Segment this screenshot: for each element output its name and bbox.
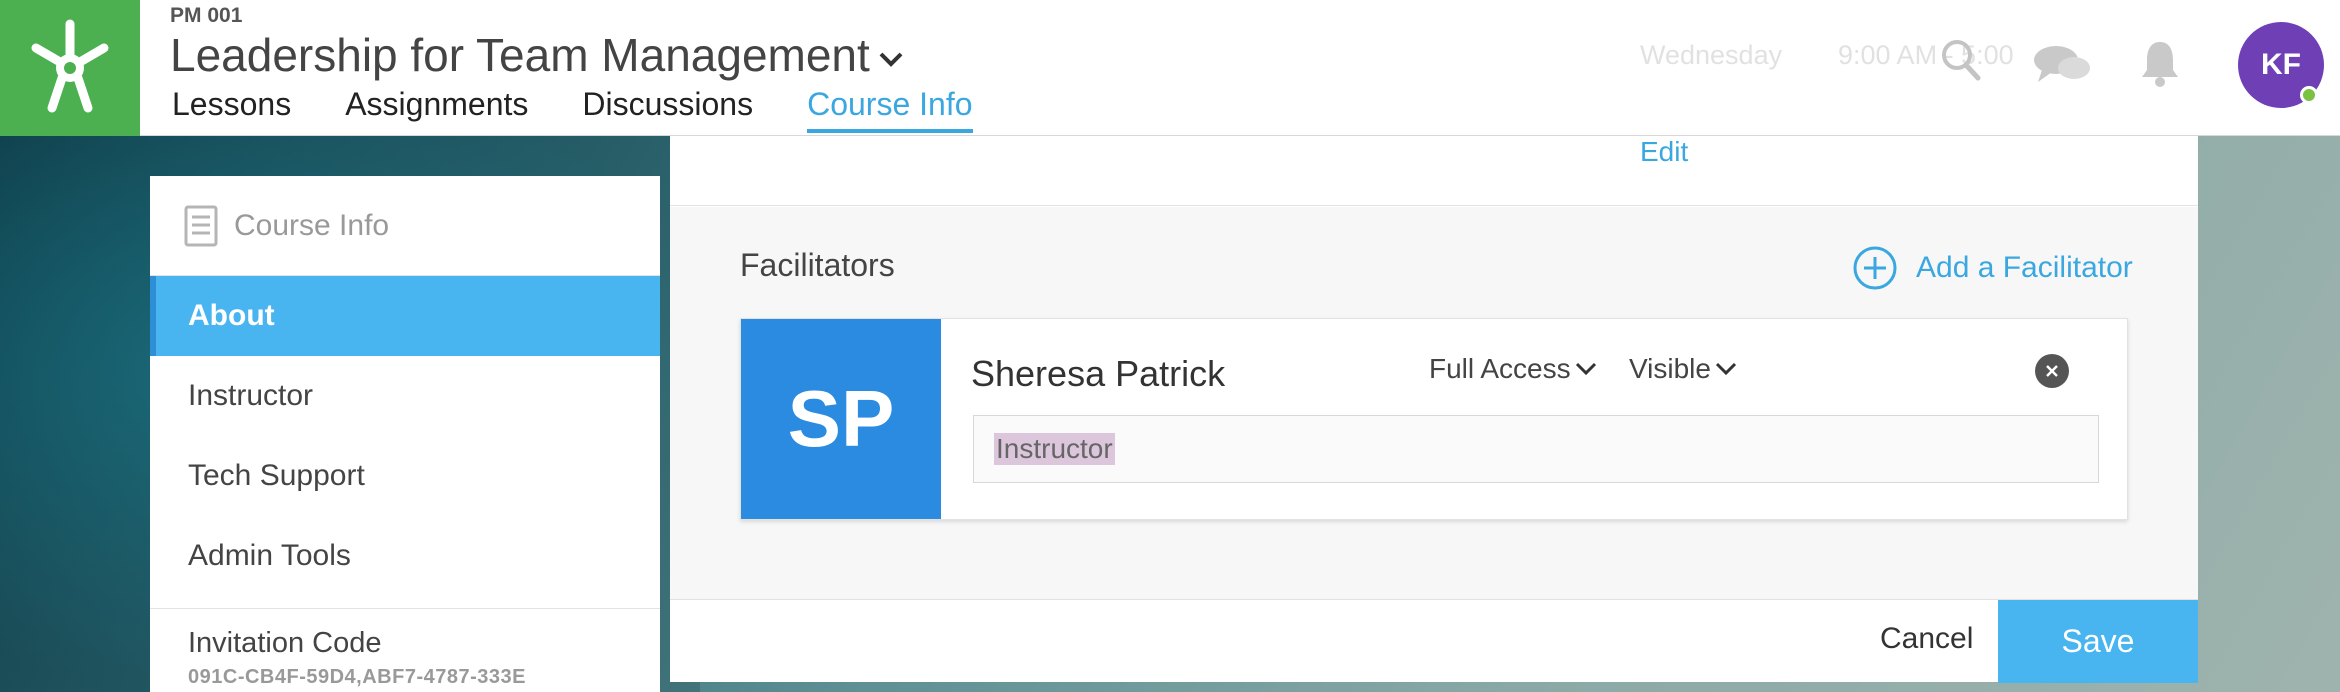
- panel-footer: Cancel Save: [670, 599, 2198, 683]
- chevron-down-icon: [1575, 362, 1596, 376]
- chevron-down-icon: [879, 52, 903, 67]
- access-value: Full Access: [1429, 353, 1571, 384]
- facilitator-role-text: Instructor: [994, 433, 1115, 465]
- facilitators-section: Facilitators Add a Facilitator SP Sheres…: [670, 207, 2198, 599]
- facilitator-name: Sheresa Patrick: [971, 353, 1226, 394]
- online-status-dot: [2300, 86, 2318, 104]
- tab-lessons[interactable]: Lessons: [172, 86, 291, 133]
- course-info-panel: Edit Facilitators Add a Facilitator SP S…: [670, 136, 2198, 683]
- sidebar: Course Info About Instructor Tech Suppor…: [150, 176, 660, 692]
- facilitators-heading: Facilitators: [740, 247, 895, 283]
- edit-link[interactable]: Edit: [1640, 136, 1688, 168]
- sidebar-header: Course Info: [150, 176, 660, 276]
- tab-discussions[interactable]: Discussions: [582, 86, 753, 133]
- panel-top-strip: Edit: [670, 136, 2198, 206]
- facilitator-avatar: SP: [741, 319, 941, 519]
- tab-course-info[interactable]: Course Info: [807, 86, 973, 133]
- add-facilitator-button[interactable]: Add a Facilitator: [1852, 245, 2133, 291]
- logo[interactable]: [0, 0, 140, 136]
- course-code: PM 001: [170, 4, 243, 27]
- document-icon: [184, 205, 218, 246]
- schedule-time: 9:00 AM - 5:00: [1838, 40, 2014, 70]
- visibility-dropdown[interactable]: Visible: [1629, 353, 1737, 385]
- sidebar-item-instructor[interactable]: Instructor: [150, 356, 660, 436]
- course-nav: Lessons Assignments Discussions Course I…: [172, 86, 973, 133]
- chevron-down-icon: [1715, 362, 1737, 376]
- tab-assignments[interactable]: Assignments: [345, 86, 528, 133]
- top-header: PM 001 Leadership for Team Management Le…: [0, 0, 2340, 136]
- visibility-value: Visible: [1629, 353, 1711, 384]
- avatar-initials: KF: [2261, 48, 2301, 81]
- sidebar-item-tech-support[interactable]: Tech Support: [150, 436, 660, 516]
- sidebar-item-about[interactable]: About: [150, 276, 660, 356]
- invitation-code-label: Invitation Code: [188, 627, 382, 659]
- sidebar-item-admin-tools[interactable]: Admin Tools: [150, 516, 660, 596]
- remove-facilitator-button[interactable]: [2035, 354, 2069, 388]
- invitation-code: 091C-CB4F-59D4,ABF7-4787-333E: [188, 666, 526, 688]
- facilitator-initials: SP: [787, 374, 895, 463]
- chat-icon[interactable]: [2032, 44, 2092, 91]
- access-dropdown[interactable]: Full Access: [1429, 353, 1597, 385]
- search-icon[interactable]: [1940, 38, 1982, 89]
- course-title-dropdown[interactable]: Leadership for Team Management: [170, 28, 904, 82]
- bell-icon[interactable]: [2140, 38, 2180, 93]
- schedule-day: Wednesday: [1640, 40, 1783, 70]
- save-button[interactable]: Save: [1998, 600, 2198, 683]
- facilitator-card: SP Sheresa Patrick Full Access Visible I…: [740, 318, 2128, 520]
- logo-icon: [31, 19, 109, 113]
- sidebar-title: Course Info: [234, 208, 390, 242]
- facilitator-role-input[interactable]: Instructor: [973, 415, 2099, 483]
- add-facilitator-label: Add a Facilitator: [1916, 251, 2133, 284]
- close-icon: [2046, 365, 2058, 377]
- cancel-button[interactable]: Cancel: [1880, 622, 1973, 656]
- course-title: Leadership for Team Management: [170, 29, 870, 81]
- plus-circle-icon: [1853, 246, 1897, 290]
